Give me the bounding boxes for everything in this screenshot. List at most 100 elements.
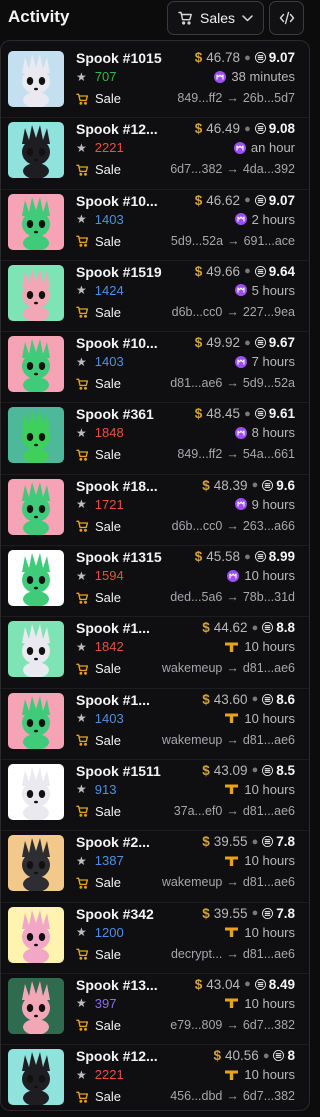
activity-row[interactable]: Spook #2... ★ 1387 Sale $ 39.55 ● 7.8 10… <box>1 831 309 903</box>
from-address[interactable]: wakemeup <box>162 661 222 675</box>
from-address[interactable]: d6b...cc0 <box>172 305 223 319</box>
activity-row[interactable]: Spook #12... ★ 2221 Sale $ 46.49 ● 9.08 <box>1 118 309 190</box>
activity-row[interactable]: Spook #18... ★ 1721 Sale $ 48.39 ● 9.6 9… <box>1 475 309 547</box>
nft-thumbnail[interactable] <box>8 692 64 749</box>
nft-thumbnail[interactable] <box>8 550 64 607</box>
nft-thumbnail[interactable] <box>8 336 64 393</box>
from-address[interactable]: wakemeup <box>162 875 222 889</box>
nft-name[interactable]: Spook #342 <box>76 906 188 922</box>
from-address[interactable]: 456...dbd <box>170 1089 222 1103</box>
nft-thumbnail[interactable] <box>8 835 64 892</box>
nft-thumbnail[interactable] <box>8 763 64 820</box>
activity-row[interactable]: Spook #12... ★ 2221 Sale $ 40.56 ● 8 10 … <box>1 1045 309 1110</box>
nft-name[interactable]: Spook #18... <box>76 478 188 494</box>
activity-time[interactable]: 10 hours <box>224 782 295 797</box>
from-address[interactable]: d6b...cc0 <box>172 519 223 533</box>
from-address[interactable]: 6d7...382 <box>170 162 222 176</box>
to-address[interactable]: 4da...392 <box>243 162 295 176</box>
activity-row[interactable]: Spook #361 ★ 1848 Sale $ 48.45 ● 9.61 8 … <box>1 403 309 475</box>
code-view-button[interactable] <box>269 1 304 35</box>
to-address[interactable]: d81...ae6 <box>243 804 295 818</box>
nft-name[interactable]: Spook #361 <box>76 406 188 422</box>
to-address[interactable]: 54a...661 <box>243 447 295 461</box>
from-address[interactable]: decrypt... <box>171 947 222 961</box>
nft-thumbnail[interactable] <box>8 264 64 321</box>
activity-time[interactable]: 5 hours <box>234 283 295 298</box>
nft-name[interactable]: Spook #1315 <box>76 549 188 565</box>
activity-time[interactable]: 10 hours <box>224 853 295 868</box>
nft-thumbnail[interactable] <box>8 621 64 678</box>
activity-row[interactable]: Spook #10... ★ 1403 Sale $ 46.62 ● 9.07 <box>1 190 309 261</box>
activity-row[interactable]: Spook #10... ★ 1403 Sale $ 49.92 ● 9.67 <box>1 332 309 404</box>
nft-name[interactable]: Spook #12... <box>76 121 188 137</box>
activity-time[interactable]: an hour <box>233 140 295 155</box>
from-address[interactable]: d81...ae6 <box>170 376 222 390</box>
activity-row[interactable]: Spook #1315 ★ 1594 Sale $ 45.58 ● 8.99 1… <box>1 546 309 618</box>
activity-row[interactable]: Spook #1... ★ 1842 Sale $ 44.62 ● 8.8 10… <box>1 617 309 689</box>
arrow-right-icon: → <box>226 590 239 605</box>
nft-name[interactable]: Spook #1015 <box>76 50 188 66</box>
from-address[interactable]: ded...5a6 <box>170 590 222 604</box>
sales-filter-dropdown[interactable]: Sales <box>167 1 264 35</box>
to-address[interactable]: d81...ae6 <box>243 875 295 889</box>
nft-name[interactable]: Spook #1519 <box>76 264 188 280</box>
to-address[interactable]: d81...ae6 <box>243 733 295 747</box>
to-address[interactable]: d81...ae6 <box>243 661 295 675</box>
nft-name[interactable]: Spook #10... <box>76 193 188 209</box>
activity-row[interactable]: Spook #342 ★ 1200 Sale $ 39.55 ● 7.8 10 … <box>1 903 309 974</box>
to-address[interactable]: 6d7...382 <box>243 1089 295 1103</box>
nft-thumbnail[interactable] <box>8 122 64 179</box>
nft-name[interactable]: Spook #1... <box>76 692 188 708</box>
nft-thumbnail[interactable] <box>8 193 64 250</box>
time-ago: 10 hours <box>244 995 295 1011</box>
nft-thumbnail[interactable] <box>8 977 64 1034</box>
arrow-right-icon: → <box>226 875 239 890</box>
to-address[interactable]: 6d7...382 <box>243 1018 295 1032</box>
nft-thumbnail[interactable] <box>8 1049 64 1106</box>
nft-name[interactable]: Spook #10... <box>76 335 188 351</box>
nft-thumbnail[interactable] <box>8 51 64 107</box>
rank-value: 1721 <box>94 496 124 512</box>
from-address[interactable]: wakemeup <box>162 733 222 747</box>
to-address[interactable]: 691...ace <box>244 234 295 248</box>
activity-time[interactable]: 10 hours <box>224 1067 295 1082</box>
activity-row[interactable]: Spook #1... ★ 1403 Sale $ 43.60 ● 8.6 10… <box>1 689 309 760</box>
activity-time[interactable]: 10 hours <box>224 711 295 726</box>
to-address[interactable]: 5d9...52a <box>243 376 295 390</box>
activity-time[interactable]: 38 minutes <box>214 69 295 84</box>
activity-time[interactable]: 9 hours <box>234 497 295 512</box>
from-address[interactable]: 37a...ef0 <box>174 804 223 818</box>
activity-time[interactable]: 7 hours <box>234 354 295 369</box>
activity-time[interactable]: 10 hours <box>227 568 295 583</box>
from-address[interactable]: 849...ff2 <box>177 91 222 105</box>
activity-row[interactable]: Spook #13... ★ 397 Sale $ 43.04 ● 8.49 1… <box>1 974 309 1046</box>
activity-header: Activity Sales <box>0 0 317 38</box>
activity-time[interactable]: 10 hours <box>224 639 295 654</box>
nft-thumbnail[interactable] <box>8 407 64 464</box>
activity-time[interactable]: 10 hours <box>224 925 295 940</box>
nft-thumbnail[interactable] <box>8 478 64 535</box>
star-icon: ★ <box>76 711 87 726</box>
nft-name[interactable]: Spook #1... <box>76 620 188 636</box>
to-address[interactable]: 263...a66 <box>243 519 295 533</box>
activity-time[interactable]: 8 hours <box>234 425 295 440</box>
activity-type-label: Sale <box>95 661 122 677</box>
nft-name[interactable]: Spook #2... <box>76 834 188 850</box>
to-address[interactable]: 26b...5d7 <box>243 91 295 105</box>
to-address[interactable]: 227...9ea <box>243 305 295 319</box>
nft-thumbnail[interactable] <box>8 906 64 963</box>
nft-name[interactable]: Spook #12... <box>76 1048 188 1064</box>
nft-name[interactable]: Spook #13... <box>76 977 188 993</box>
activity-time[interactable]: 10 hours <box>224 996 295 1011</box>
to-address[interactable]: d81...ae6 <box>243 947 295 961</box>
to-address[interactable]: 78b...31d <box>243 590 295 604</box>
activity-row[interactable]: Spook #1511 ★ 913 Sale $ 43.09 ● 8.5 10 … <box>1 760 309 832</box>
activity-time[interactable]: 2 hours <box>234 212 295 227</box>
from-address[interactable]: 5d9...52a <box>171 234 223 248</box>
nft-name[interactable]: Spook #1511 <box>76 763 188 779</box>
activity-row[interactable]: Spook #1519 ★ 1424 Sale $ 49.66 ● 9.64 5… <box>1 261 309 333</box>
rank-value: 397 <box>94 995 117 1011</box>
from-address[interactable]: 849...ff2 <box>177 447 222 461</box>
activity-row[interactable]: Spook #1015 ★ 707 Sale $ 46.78 ● 9.07 38… <box>1 47 309 119</box>
from-address[interactable]: e79...809 <box>170 1018 222 1032</box>
